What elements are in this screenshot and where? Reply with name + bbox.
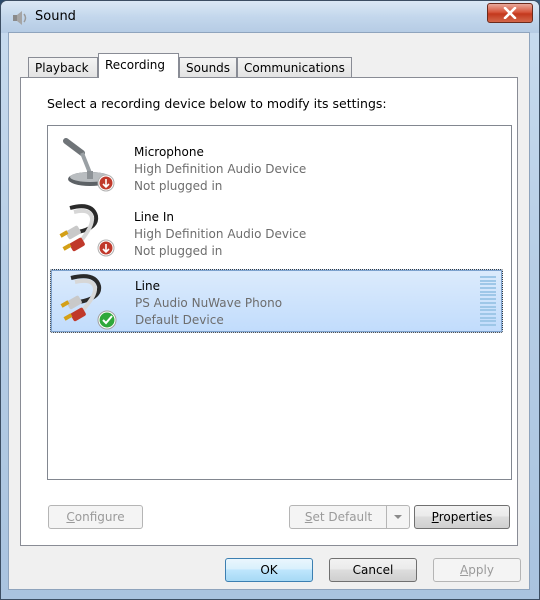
instruction-text: Select a recording device below to modif… xyxy=(47,96,387,111)
device-description: High Definition Audio Device xyxy=(134,162,307,176)
tab-label: Playback xyxy=(35,61,89,75)
window-title: Sound xyxy=(35,9,76,24)
button-label: pply xyxy=(468,563,494,577)
device-item-line[interactable]: Line PS Audio NuWave Phono Default Devic… xyxy=(50,269,503,333)
button-label: roperties xyxy=(438,510,493,524)
cancel-button[interactable]: Cancel xyxy=(329,558,417,582)
mnemonic-letter: P xyxy=(431,510,439,524)
speaker-icon xyxy=(13,11,27,25)
tab-label: Recording xyxy=(105,58,166,72)
microphone-icon xyxy=(63,138,115,192)
button-label: Cancel xyxy=(352,563,394,577)
close-button[interactable] xyxy=(487,3,533,23)
configure-button[interactable]: Configure xyxy=(48,505,143,529)
apply-button[interactable]: Apply xyxy=(433,558,521,582)
mnemonic-letter: C xyxy=(66,510,75,524)
set-default-dropdown-arrow[interactable] xyxy=(386,506,409,528)
rca-cable-icon xyxy=(60,274,117,330)
device-status: Not plugged in xyxy=(134,244,223,258)
device-description: High Definition Audio Device xyxy=(134,227,307,241)
tab-label: Communications xyxy=(244,61,345,75)
device-item-microphone[interactable]: Microphone High Definition Audio Device … xyxy=(50,131,503,195)
tab-communications[interactable]: Communications xyxy=(237,57,352,77)
device-status: Not plugged in xyxy=(134,179,223,193)
default-check-icon xyxy=(99,312,115,328)
button-label: OK xyxy=(260,563,278,577)
button-label: et Default xyxy=(312,510,373,524)
device-name: Line xyxy=(135,279,161,293)
device-status: Default Device xyxy=(135,313,224,327)
chevron-down-icon xyxy=(394,515,402,519)
rca-cable-icon xyxy=(59,204,115,257)
close-icon xyxy=(503,7,517,19)
tab-label: Sounds xyxy=(186,61,231,75)
button-label: onfigure xyxy=(74,510,125,524)
device-name: Microphone xyxy=(134,145,204,159)
recording-device-list[interactable]: Microphone High Definition Audio Device … xyxy=(47,125,512,480)
tab-playback[interactable]: Playback xyxy=(28,57,98,77)
properties-button[interactable]: Properties xyxy=(414,505,510,529)
tab-recording[interactable]: Recording xyxy=(98,53,179,78)
device-name: Line In xyxy=(134,210,174,224)
level-meter xyxy=(480,276,496,326)
tab-sounds[interactable]: Sounds xyxy=(179,57,237,77)
device-description: PS Audio NuWave Phono xyxy=(135,296,283,310)
set-default-button[interactable]: Set Default xyxy=(289,505,410,529)
device-item-line-in[interactable]: Line In High Definition Audio Device Not… xyxy=(50,196,503,260)
title-bar[interactable]: Sound xyxy=(1,1,539,33)
ok-button[interactable]: OK xyxy=(225,558,313,582)
